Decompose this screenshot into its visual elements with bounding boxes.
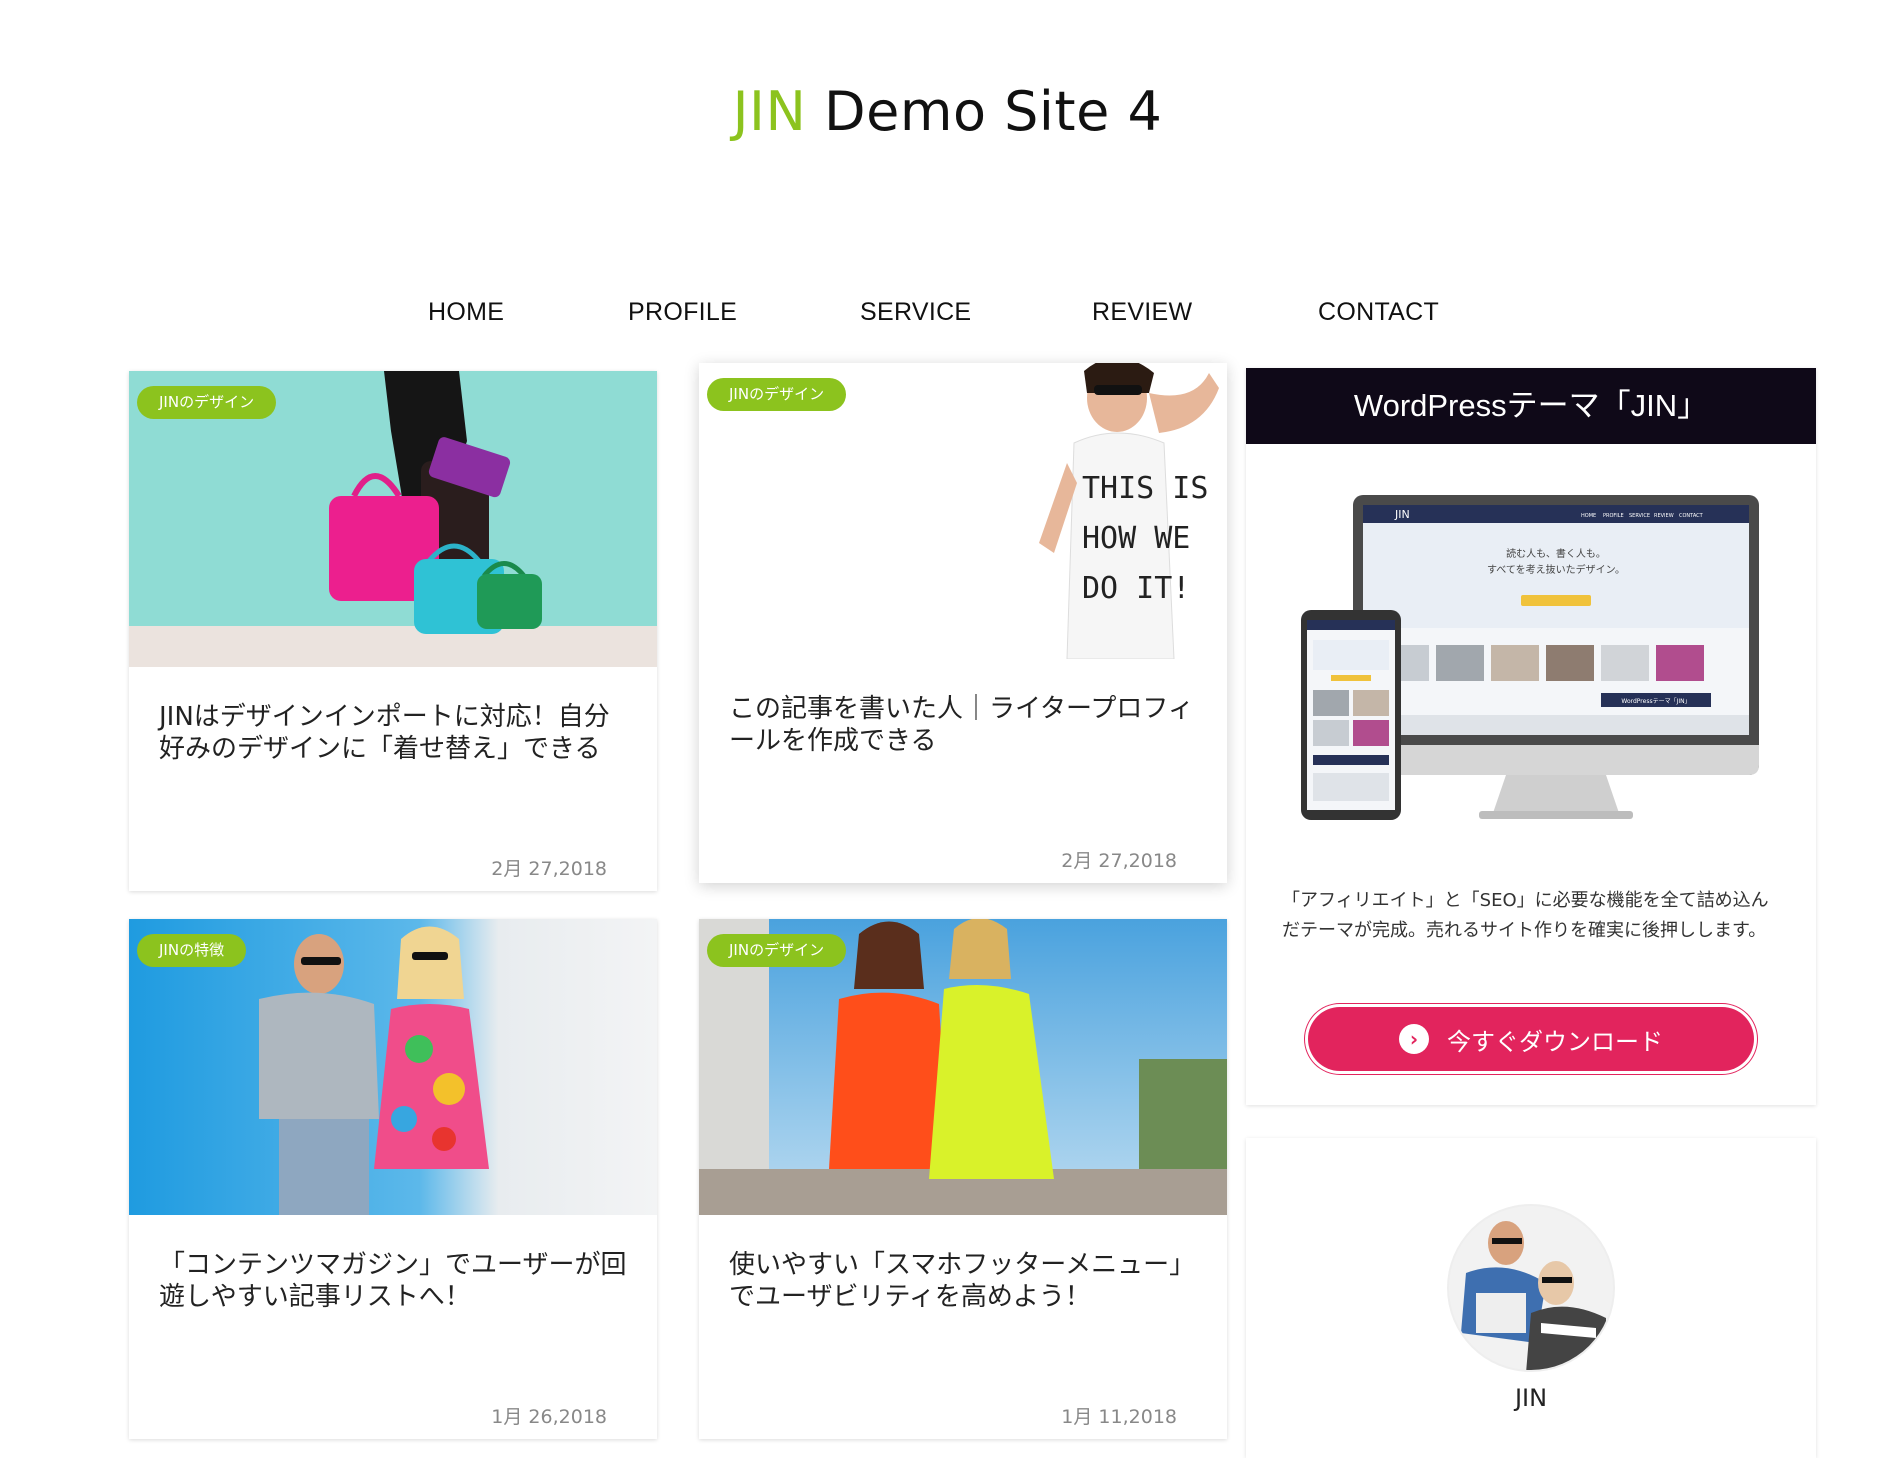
avatar[interactable] — [1446, 1203, 1616, 1373]
category-badge[interactable]: JINのデザイン — [137, 386, 277, 419]
mock-hero-line2: すべてを考え抜いたデザイン。 — [1487, 563, 1625, 576]
mock-hero-line1: 読む人も、書く人も。 — [1506, 547, 1606, 560]
post-date: 1月 11,2018 — [1061, 1406, 1177, 1428]
svg-text:THIS IS: THIS IS — [1082, 471, 1208, 506]
post-date: 2月 27,2018 — [491, 858, 607, 880]
post-date: 2月 27,2018 — [1061, 850, 1177, 872]
nav-review[interactable]: REVIEW — [1092, 298, 1192, 327]
download-button[interactable]: › 今すぐダウンロード — [1308, 1007, 1754, 1071]
svg-text:HOW WE: HOW WE — [1082, 521, 1190, 556]
post-card[interactable]: THIS IS HOW WE DO IT! JINのデザイン この記事を書いた人… — [699, 363, 1227, 883]
category-badge[interactable]: JINのデザイン — [707, 934, 847, 967]
chevron-right-icon: › — [1399, 1024, 1429, 1054]
post-title[interactable]: 「コンテンツマガジン」でユーザーが回遊しやすい記事リストへ！ — [159, 1249, 627, 1313]
mock-nav-contact: CONTACT — [1679, 513, 1704, 519]
device-mockup-image: JIN HOME PROFILE SERVICE REVIEW CONTACT … — [1301, 495, 1759, 820]
nav-service[interactable]: SERVICE — [860, 298, 971, 327]
nav-profile[interactable]: PROFILE — [628, 298, 737, 327]
mock-nav-home: HOME — [1581, 513, 1596, 519]
site-title-accent: JIN — [732, 80, 807, 143]
svg-text:DO IT!: DO IT! — [1082, 571, 1190, 606]
category-badge[interactable]: JINの特徴 — [137, 934, 247, 967]
mock-tab: WordPressテーマ「JIN」 — [1621, 698, 1690, 705]
mock-nav-service: SERVICE — [1629, 513, 1650, 519]
post-card[interactable]: JINのデザイン 使いやすい「スマホフッターメニュー」でユーザビリティを高めよう… — [699, 919, 1227, 1439]
widget-heading: WordPressテーマ「JIN」 — [1246, 368, 1816, 444]
site-title[interactable]: JIN Demo Site 4 — [0, 80, 1895, 143]
global-nav: HOME PROFILE SERVICE REVIEW CONTACT — [0, 298, 1895, 338]
mock-nav-review: REVIEW — [1654, 513, 1674, 519]
download-button-label: 今すぐダウンロード — [1447, 1027, 1663, 1056]
profile-name: JIN — [1514, 1384, 1548, 1412]
post-title[interactable]: この記事を書いた人｜ライタープロフィールを作成できる — [729, 693, 1197, 757]
nav-home[interactable]: HOME — [428, 298, 504, 327]
post-title[interactable]: 使いやすい「スマホフッターメニュー」でユーザビリティを高めよう！ — [729, 1249, 1197, 1313]
post-date: 1月 26,2018 — [491, 1406, 607, 1428]
post-title[interactable]: JINはデザインインポートに対応！自分好みのデザインに「着せ替え」できる — [159, 701, 627, 765]
profile-widget: JIN — [1246, 1138, 1816, 1458]
post-card[interactable]: JINのデザイン JINはデザインインポートに対応！自分好みのデザインに「着せ替… — [129, 371, 657, 891]
theme-promo-widget: WordPressテーマ「JIN」 JIN HOME PROFILE SERVI… — [1246, 368, 1816, 1105]
site-title-rest: Demo Site 4 — [806, 80, 1163, 143]
mock-nav-profile: PROFILE — [1603, 513, 1624, 519]
mock-logo: JIN — [1394, 508, 1410, 521]
nav-contact[interactable]: CONTACT — [1318, 298, 1439, 327]
category-badge[interactable]: JINのデザイン — [707, 378, 847, 411]
widget-description: 「アフィリエイト」と「SEO」に必要な機能を全て詰め込んだテーマが完成。売れるサ… — [1282, 890, 1769, 941]
post-card[interactable]: JINの特徴 「コンテンツマガジン」でユーザーが回遊しやすい記事リストへ！ 1月… — [129, 919, 657, 1439]
